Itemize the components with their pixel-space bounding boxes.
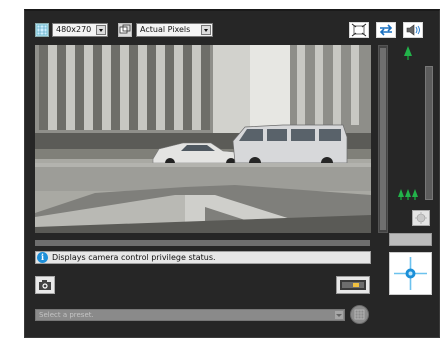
tele-tree-icon xyxy=(403,46,413,62)
panorama-icon xyxy=(340,280,366,290)
fullscreen-icon xyxy=(351,23,367,37)
control-status-bar xyxy=(389,233,432,246)
video-size-select[interactable]: 480x270 xyxy=(52,23,108,37)
zoom-slider-track[interactable] xyxy=(378,45,388,233)
status-bar: i Displays camera control privilege stat… xyxy=(35,251,371,264)
display-size-select[interactable]: Actual Pixels xyxy=(136,23,213,37)
zoom-scale-track[interactable] xyxy=(425,66,433,200)
display-size-icon[interactable] xyxy=(118,23,132,37)
zoom-slider-handle[interactable] xyxy=(380,48,386,230)
audio-button[interactable] xyxy=(403,22,423,38)
video-progress-bar xyxy=(35,240,370,246)
live-video-image[interactable] xyxy=(35,45,371,233)
wide-trees-icon xyxy=(398,189,418,201)
camera-icon xyxy=(39,280,51,290)
backlight-icon xyxy=(415,212,427,224)
pan-tilt-pad[interactable] xyxy=(389,252,432,295)
video-size-value: 480x270 xyxy=(56,25,92,34)
chevron-down-icon xyxy=(96,25,106,35)
chevron-down-icon xyxy=(335,311,343,319)
grid-icon xyxy=(354,309,365,320)
info-icon: i xyxy=(37,252,48,263)
chevron-down-icon xyxy=(201,25,211,35)
preset-button[interactable] xyxy=(350,305,369,324)
panorama-button[interactable] xyxy=(336,276,370,294)
snapshot-button[interactable] xyxy=(35,276,55,294)
video-size-icon[interactable] xyxy=(35,23,49,37)
pan-tilt-crosshair-icon xyxy=(394,257,427,290)
audio-icon xyxy=(406,24,420,36)
status-message: Displays camera control privilege status… xyxy=(52,253,216,262)
backlight-button[interactable] xyxy=(412,210,430,226)
switch-icon xyxy=(379,24,393,36)
preset-select[interactable]: Select a preset. xyxy=(35,309,345,321)
camera-viewer-panel: 480x270 Actual Pixels i Displays camera … xyxy=(24,9,440,338)
switch-button[interactable] xyxy=(376,22,396,38)
preset-placeholder: Select a preset. xyxy=(39,311,94,319)
fullscreen-button[interactable] xyxy=(349,22,369,38)
display-size-value: Actual Pixels xyxy=(140,25,191,34)
